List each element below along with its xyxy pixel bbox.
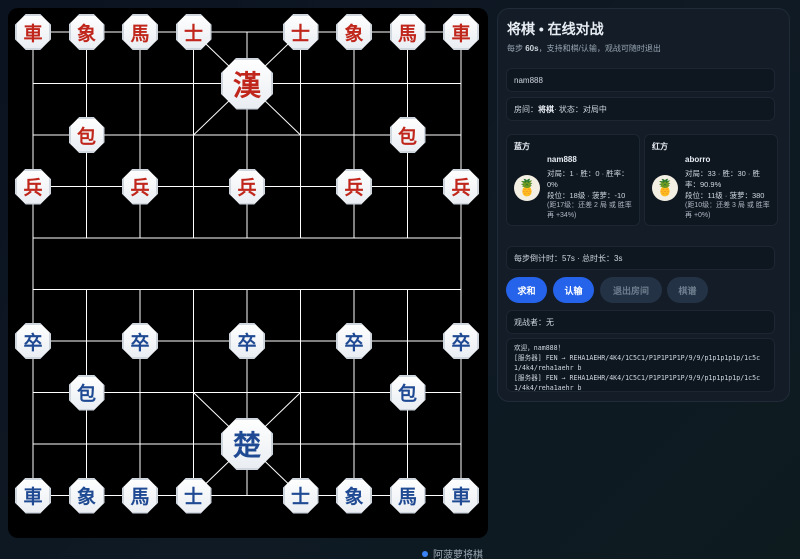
log-line: [服务器] FEN → REHA1AEHR/4K4/1C5C1/P1P1P1P1… [514, 354, 761, 372]
room-status: · 状态：对局中 [554, 104, 607, 114]
subtitle-time: 60s [525, 44, 539, 53]
username: nam888 [514, 75, 543, 85]
blue-player-card: 蓝方 nam888 🍍 对局：1 · 胜：0 · 胜率：0% 段位：18级 · … [506, 134, 640, 226]
username-box: nam888 [506, 68, 775, 92]
room-prefix: 房间： [514, 104, 538, 114]
blue-side-label: 蓝方 [514, 142, 530, 151]
xiangqi-board[interactable]: 車象馬士士象馬車漢包包兵兵兵兵兵卒卒卒卒卒包包楚車象馬士士象馬車 [8, 8, 488, 538]
log-line: [服务器] FEN → REHA1AEHR/4K4/1C5C1/P1P1P1P1… [514, 374, 761, 392]
brand-dot-icon [422, 550, 428, 557]
room-name: 将棋 [538, 104, 554, 114]
brand-footer: 阿菠萝将棋 [422, 546, 483, 559]
red-player-name: aborro [685, 155, 711, 164]
record-button[interactable]: 棋谱 [667, 277, 708, 303]
panel-title: 将棋 • 在线对战 [507, 21, 604, 37]
brand-name: 阿菠萝将棋 [433, 550, 483, 559]
message-log: 欢迎，nam888！ [服务器] FEN → REHA1AEHR/4K4/1C5… [506, 338, 775, 392]
timer-box: 每步倒计时：57s · 总时长：3s [506, 246, 775, 270]
red-piece[interactable]: 象 [68, 14, 105, 50]
subtitle-suffix: ，支持和棋/认输，观战可随时退出 [538, 44, 661, 53]
game-panel: 将棋 • 在线对战 每步 60s，支持和棋/认输，观战可随时退出 nam888 … [497, 8, 790, 402]
blue-note: (距17级：还差 2 局 或 胜率再 +34%) [547, 202, 632, 219]
red-side-label: 红方 [652, 142, 668, 151]
blue-rank: 段位：18级 · 菠萝：-10 [547, 191, 626, 200]
blue-player-stats: 对局：1 · 胜：0 · 胜率：0% 段位：18级 · 菠萝：-10 (距17级… [547, 168, 635, 221]
draw-button[interactable]: 求和 [506, 277, 547, 303]
resign-button[interactable]: 认输 [553, 277, 594, 303]
subtitle-prefix: 每步 [507, 44, 523, 53]
timer-text: 每步倒计时：57s · 总时长：3s [514, 253, 623, 263]
spectators-text: 观战者：无 [514, 317, 554, 327]
pineapple-icon: 🍍 [652, 175, 678, 201]
spectators-box: 观战者：无 [506, 310, 775, 334]
log-line: 欢迎，nam888！ [514, 344, 565, 352]
red-player-stats: 对局：33 · 胜：30 · 胜率：90.9% 段位：11级 · 菠萝：380 … [685, 168, 773, 221]
red-rank: 段位：11级 · 菠萝：380 [685, 191, 765, 200]
red-note: (距10级：还差 3 局 或 胜率再 +0%) [685, 202, 770, 219]
red-player-card: 红方 aborro 🍍 对局：33 · 胜：30 · 胜率：90.9% 段位：1… [644, 134, 778, 226]
leave-room-button[interactable]: 退出房间 [600, 277, 662, 303]
red-stats: 对局：33 · 胜：30 · 胜率：90.9% [685, 169, 761, 189]
blue-player-name: nam888 [547, 155, 577, 164]
pineapple-icon: 🍍 [514, 175, 540, 201]
panel-subtitle: 每步 60s，支持和棋/认输，观战可随时退出 [507, 43, 780, 54]
room-status-box: 房间： 将棋 · 状态：对局中 [506, 97, 775, 121]
blue-stats: 对局：1 · 胜：0 · 胜率：0% [547, 169, 629, 189]
